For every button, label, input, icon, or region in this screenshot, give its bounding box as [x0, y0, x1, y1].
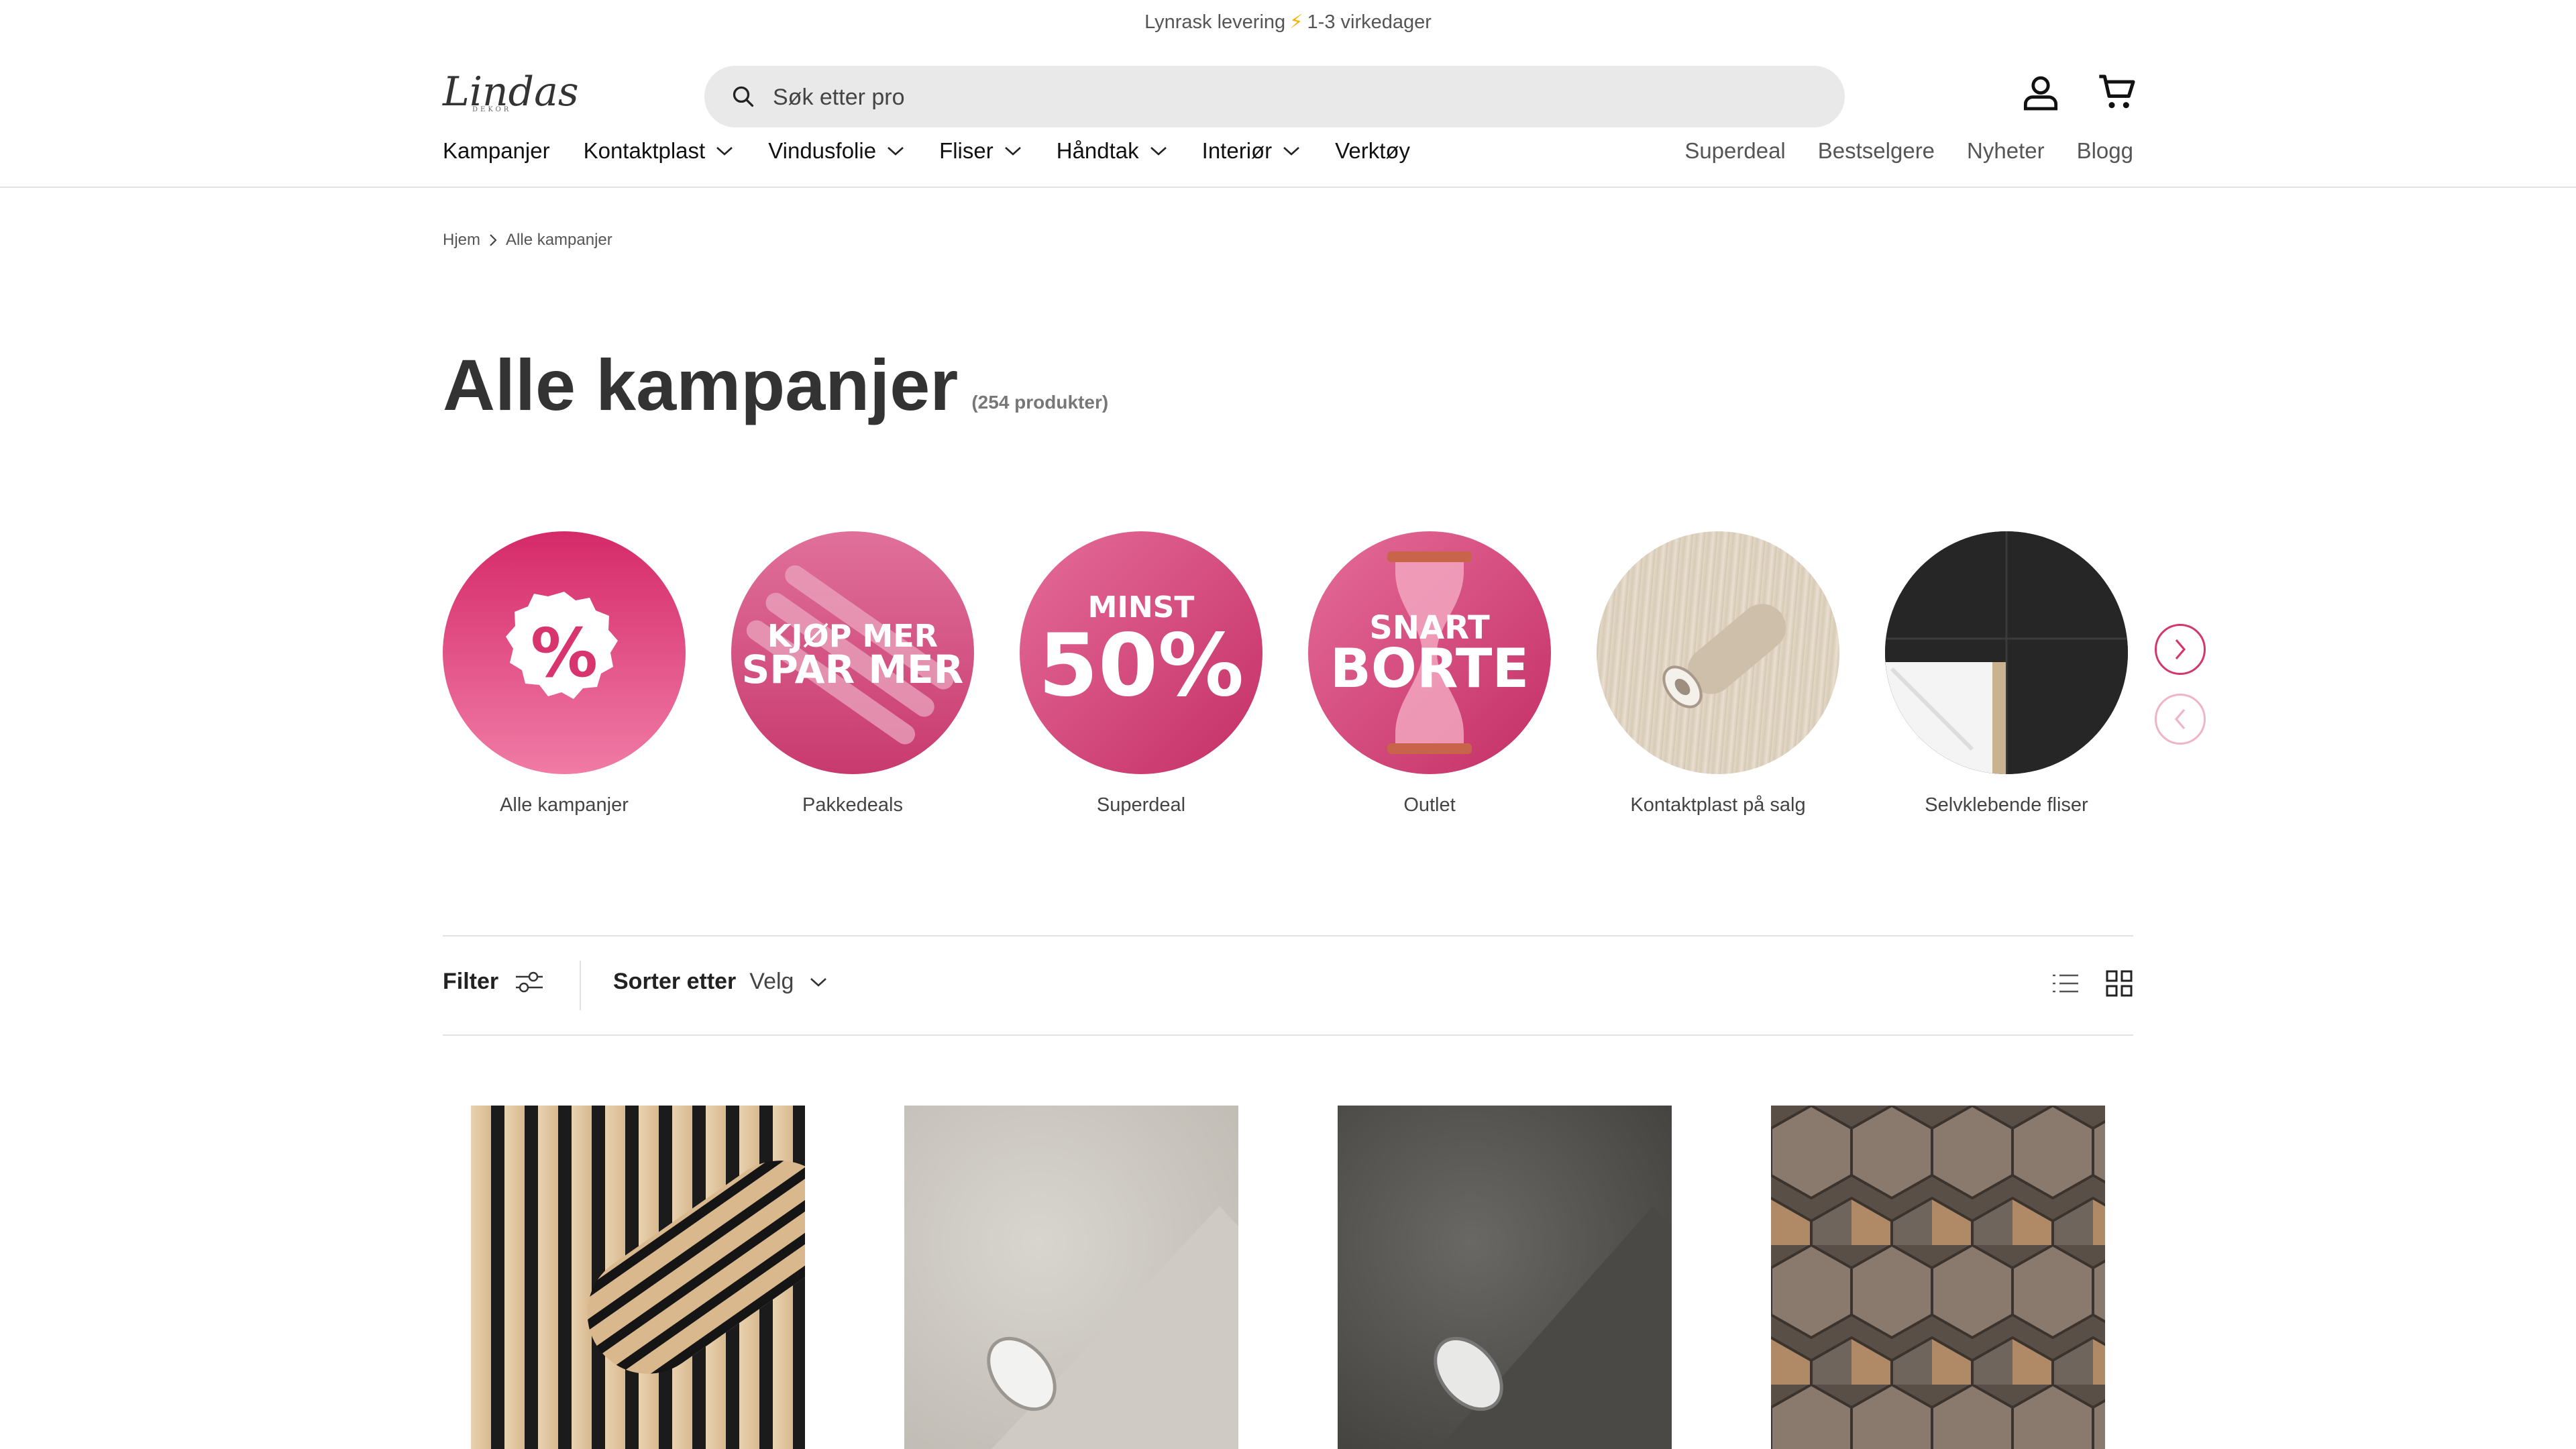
category-carousel: % Alle kampanjer KJØP MER SPAR MER Pakke…	[443, 531, 2128, 816]
product-count: (254 produkter)	[971, 392, 1109, 413]
announcement-text: Lynrask levering	[1144, 11, 1286, 33]
cart-icon[interactable]	[2096, 71, 2139, 114]
search-bar[interactable]	[704, 66, 1845, 129]
product-image[interactable]	[1771, 1106, 2105, 1449]
percent-badge-icon: %	[506, 592, 618, 699]
wood-roll-icon	[1662, 604, 1786, 708]
nav-item-label: Håndtak	[1056, 138, 1139, 163]
announcement-delivery: 1-3 virkedager	[1307, 11, 1432, 33]
page-heading: Alle kampanjer (254 produkter)	[443, 349, 1108, 421]
nav-item-interior[interactable]: Interiør	[1202, 138, 1302, 164]
promo-line-2: SPAR MER	[742, 647, 964, 692]
promo-line-2: 50%	[1038, 616, 1244, 716]
category-label: Superdeal	[1096, 794, 1186, 816]
chevron-down-icon	[716, 147, 733, 156]
nav-item-label: Kontaktplast	[583, 138, 706, 163]
category-label: Outlet	[1403, 794, 1456, 816]
category-image	[1597, 531, 1839, 774]
chevron-down-icon	[1150, 147, 1167, 156]
nav-item-vindusfolie[interactable]: Vindusfolie	[768, 138, 906, 164]
category-image: MINST 50%	[1020, 531, 1263, 774]
category-label: Pakkedeals	[802, 794, 903, 816]
breadcrumb-home[interactable]: Hjem	[443, 231, 480, 250]
search-input[interactable]	[771, 66, 1821, 129]
lightning-icon: ⚡	[1289, 11, 1303, 33]
category-label: Selvklebende fliser	[1925, 794, 2088, 816]
search-icon[interactable]	[731, 85, 755, 109]
chevron-down-icon	[1004, 147, 1021, 156]
toolbar-divider	[580, 961, 581, 1010]
chevron-right-icon	[490, 234, 497, 246]
promo-line-2: BORTE	[1330, 637, 1529, 700]
nav-link-blogg[interactable]: Blogg	[2077, 138, 2133, 164]
category-superdeal[interactable]: MINST 50% Superdeal	[1020, 531, 1263, 816]
hourglass-icon: SNART BORTE	[1330, 551, 1529, 754]
sort-select[interactable]: Sorter etter Velg	[613, 969, 828, 995]
product-image[interactable]	[1338, 1106, 1672, 1449]
category-alle-kampanjer[interactable]: % Alle kampanjer	[443, 531, 686, 816]
nav-link-superdeal[interactable]: Superdeal	[1684, 138, 1785, 164]
nav-item-verktoy[interactable]: Verktøy	[1335, 138, 1410, 164]
carousel-prev-button[interactable]	[2155, 694, 2206, 745]
category-label: Alle kampanjer	[500, 794, 629, 816]
nav-item-label: Kampanjer	[443, 138, 550, 163]
logo-tagline: DEKOR	[472, 106, 512, 113]
category-selvklebende-fliser[interactable]: Selvklebende fliser	[1885, 531, 2128, 816]
category-image: KJØP MER SPAR MER	[731, 531, 974, 774]
tile-icon	[1885, 531, 2128, 774]
sort-value: Velg	[749, 969, 794, 994]
page-title: Alle kampanjer	[443, 344, 959, 425]
header: Lindas DEKOR	[0, 44, 2576, 129]
category-pakkedeals[interactable]: KJØP MER SPAR MER Pakkedeals	[731, 531, 974, 816]
chevron-down-icon	[888, 147, 904, 156]
product-image[interactable]	[904, 1106, 1238, 1449]
main-nav: Kampanjer Kontaktplast Vindusfolie Flise…	[0, 125, 2576, 188]
percent-symbol: %	[531, 614, 598, 692]
carousel-next-button[interactable]	[2155, 624, 2206, 675]
list-view-icon[interactable]	[2051, 970, 2080, 997]
nav-item-kampanjer[interactable]: Kampanjer	[443, 138, 550, 164]
announcement-bar: Lynrask levering ⚡ 1-3 virkedager	[0, 0, 2576, 44]
product-grid	[443, 1106, 2133, 1449]
chevron-left-icon	[2174, 708, 2186, 730]
nav-item-label: Verktøy	[1335, 138, 1411, 163]
chevron-right-icon	[2175, 639, 2186, 660]
category-kontaktplast-salg[interactable]: Kontaktplast på salg	[1597, 531, 1839, 816]
nav-link-nyheter[interactable]: Nyheter	[1967, 138, 2045, 164]
chevron-down-icon	[810, 977, 827, 987]
nav-item-label: Interiør	[1201, 138, 1273, 163]
breadcrumb: Hjem Alle kampanjer	[443, 231, 612, 250]
product-image[interactable]	[471, 1106, 805, 1449]
nav-item-label: Fliser	[939, 138, 994, 163]
grid-view-icon[interactable]	[2105, 970, 2133, 997]
nav-item-fliser[interactable]: Fliser	[939, 138, 1023, 164]
filter-label: Filter	[443, 969, 499, 994]
breadcrumb-current: Alle kampanjer	[506, 231, 612, 249]
nav-link-bestselgere[interactable]: Bestselgere	[1818, 138, 1935, 164]
account-icon[interactable]	[2019, 71, 2062, 114]
sort-label: Sorter etter	[613, 969, 737, 994]
filter-button[interactable]: Filter	[443, 969, 544, 995]
logo[interactable]: Lindas DEKOR	[443, 68, 579, 122]
category-image: %	[443, 531, 686, 774]
nav-item-label: Vindusfolie	[768, 138, 877, 163]
category-outlet[interactable]: SNART BORTE Outlet	[1308, 531, 1551, 816]
category-image	[1885, 531, 2128, 774]
category-image: SNART BORTE	[1308, 531, 1551, 774]
nav-item-kontaktplast[interactable]: Kontaktplast	[584, 138, 735, 164]
sliders-icon	[516, 971, 543, 992]
category-label: Kontaktplast på salg	[1630, 794, 1806, 816]
nav-item-handtak[interactable]: Håndtak	[1057, 138, 1169, 164]
chevron-down-icon	[1283, 147, 1300, 156]
collection-toolbar: Filter Sorter etter Velg	[443, 935, 2133, 1036]
